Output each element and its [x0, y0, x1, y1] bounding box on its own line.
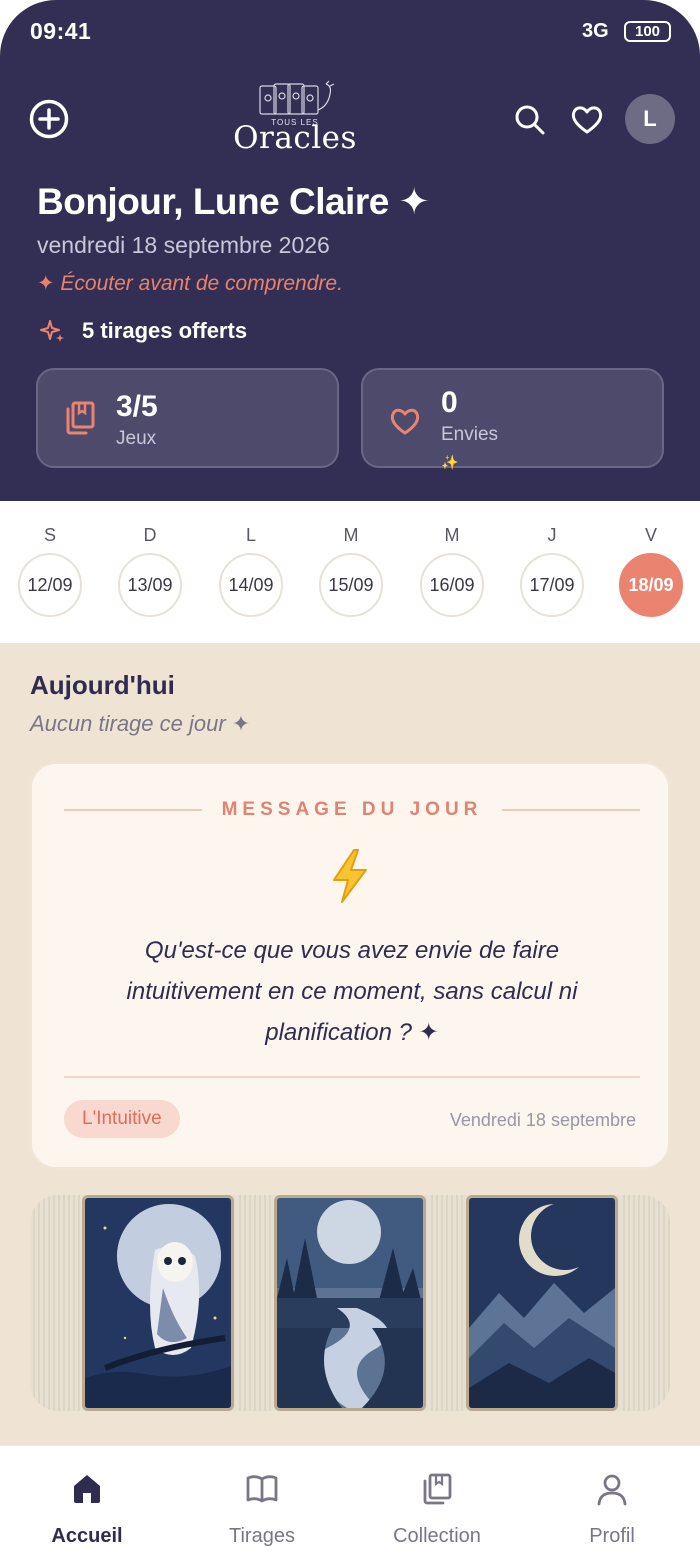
stat-card-wishes[interactable]: 0 Envies ✨: [361, 368, 664, 470]
heart-icon: [390, 408, 420, 435]
day-letter: M: [343, 525, 359, 545]
collection-icon: [66, 401, 95, 435]
battery-indicator: 100: [624, 21, 671, 42]
greeting: Bonjour, Lune Claire ✦: [37, 181, 430, 222]
home-icon: [74, 1475, 100, 1503]
book-icon: [246, 1475, 278, 1503]
divider: [64, 1076, 640, 1078]
day-item-selected[interactable]: V 18/09: [618, 523, 684, 617]
offers-banner: 5 tirages offerts: [40, 318, 247, 344]
day-date: 15/09: [319, 553, 383, 617]
day-letter: J: [547, 525, 557, 545]
stat-value: 3/5: [116, 390, 158, 423]
status-network: 3G: [582, 20, 609, 42]
nav-item-readings[interactable]: Tirages: [187, 1472, 337, 1548]
user-icon: [597, 1474, 627, 1506]
nav-item-home[interactable]: Accueil: [12, 1472, 162, 1548]
day-item[interactable]: M 16/09: [419, 523, 485, 617]
day-item[interactable]: D 13/09: [117, 523, 183, 617]
nav-label: Collection: [393, 1525, 481, 1547]
add-button[interactable]: [28, 98, 70, 140]
day-item[interactable]: L 14/09: [218, 523, 284, 617]
stat-label: Jeux: [116, 428, 157, 449]
tarot-cards-image[interactable]: [30, 1195, 670, 1411]
day-letter: S: [43, 525, 56, 545]
day-letter: M: [444, 525, 460, 545]
nav-label: Accueil: [51, 1525, 123, 1547]
tarot-cards-logo-icon: [259, 80, 335, 115]
stat-card-games[interactable]: 3/5 Jeux: [36, 368, 339, 468]
current-date: vendredi 18 septembre 2026: [37, 232, 330, 258]
header: 09:41 3G 100 TOUS LES Oracles L Bonjour,…: [0, 0, 700, 501]
logo: TOUS LES Oracles: [230, 80, 360, 156]
heart-icon: [571, 106, 603, 134]
sparkle-icon: ✨: [441, 454, 459, 470]
nav-label: Profil: [589, 1525, 635, 1547]
bottom-navigation: Accueil Tirages Collection Profil: [0, 1445, 700, 1559]
message-heading: MESSAGE DU JOUR: [64, 798, 640, 822]
day-date: 18/09: [619, 553, 683, 617]
linen-background: [30, 1195, 82, 1411]
day-date: 12/09: [18, 553, 82, 617]
divider: [64, 809, 202, 811]
avatar[interactable]: L: [625, 94, 675, 144]
search-button[interactable]: [510, 100, 550, 140]
moon-river-card-image: [274, 1195, 426, 1411]
day-item[interactable]: J 17/09: [519, 523, 585, 617]
owl-card-image: [82, 1195, 234, 1411]
profile-badge[interactable]: L'Intuitive: [64, 1100, 180, 1138]
daily-quote: ✦ Écouter avant de comprendre.: [37, 272, 343, 295]
stat-label: Envies: [441, 424, 499, 445]
day-letter: D: [143, 525, 157, 545]
nav-item-profile[interactable]: Profil: [537, 1472, 687, 1548]
logo-title: Oracles: [233, 120, 357, 156]
day-letter: V: [644, 525, 657, 545]
offers-label: 5 tirages offerts: [82, 318, 248, 343]
search-icon: [515, 105, 545, 135]
linen-background: [236, 1195, 272, 1411]
linen-background: [428, 1195, 464, 1411]
collection-icon: [423, 1473, 452, 1505]
sparkles-icon: [40, 320, 64, 342]
section-subtitle: Aucun tirage ce jour ✦: [30, 711, 251, 736]
day-date: 17/09: [520, 553, 584, 617]
crescent-moon-card-image: [466, 1195, 618, 1411]
stat-value: 0: [441, 386, 458, 419]
day-date: 13/09: [118, 553, 182, 617]
nav-item-collection[interactable]: Collection: [362, 1472, 512, 1548]
message-text: Qu'est-ce que vous avez envie de faire i…: [126, 937, 578, 1046]
day-item[interactable]: S 12/09: [17, 523, 83, 617]
date-selector: S 12/09 D 13/09 L 14/09 M 15/09 M 16/09 …: [0, 501, 700, 643]
message-date: Vendredi 18 septembre: [449, 1110, 636, 1130]
day-item[interactable]: M 15/09: [318, 523, 384, 617]
section-title: Aujourd'hui: [30, 670, 175, 700]
message-heading-label: MESSAGE DU JOUR: [221, 799, 483, 820]
app-screen: 09:41 3G 100 TOUS LES Oracles L Bonjour,…: [0, 0, 700, 1559]
day-letter: L: [245, 525, 256, 545]
lightning-icon: [333, 849, 367, 903]
divider: [502, 809, 640, 811]
message-of-the-day-card[interactable]: MESSAGE DU JOUR Qu'est-ce que vous avez …: [30, 762, 670, 1169]
day-date: 14/09: [219, 553, 283, 617]
nav-label: Tirages: [229, 1525, 295, 1547]
plus-circle-icon: [29, 99, 69, 139]
day-date: 16/09: [420, 553, 484, 617]
favorites-button[interactable]: [567, 100, 607, 140]
linen-background: [620, 1195, 670, 1411]
status-time: 09:41: [30, 18, 92, 44]
